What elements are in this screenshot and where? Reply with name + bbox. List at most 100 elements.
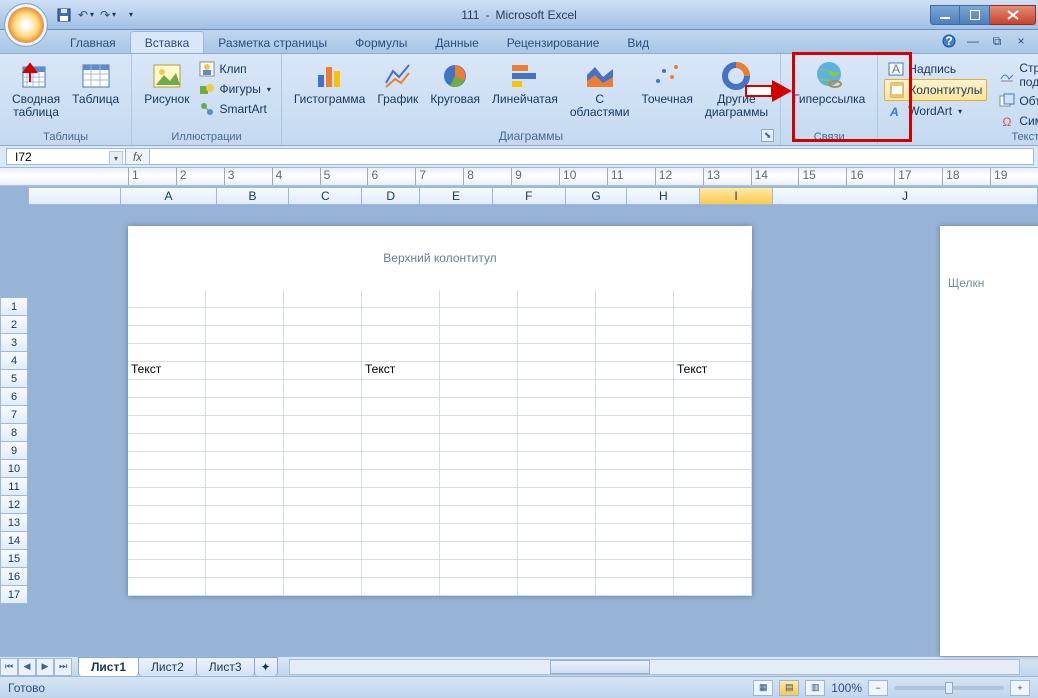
cell[interactable] [362, 434, 440, 452]
cell[interactable] [674, 524, 752, 542]
tab-review[interactable]: Рецензирование [493, 32, 614, 53]
cell[interactable] [518, 326, 596, 344]
cell[interactable] [440, 488, 518, 506]
page-view-next[interactable]: Щелкн [940, 226, 1038, 656]
cell[interactable] [674, 290, 752, 308]
cell[interactable] [518, 344, 596, 362]
cell[interactable] [128, 470, 206, 488]
sheet-tab-3[interactable]: Лист3 [196, 657, 255, 676]
cell[interactable] [674, 560, 752, 578]
cell[interactable] [518, 488, 596, 506]
column-header[interactable]: E [420, 187, 493, 205]
cell[interactable] [362, 578, 440, 596]
cell[interactable]: Текст [674, 362, 752, 380]
office-button[interactable] [4, 3, 48, 47]
cell[interactable] [596, 524, 674, 542]
cell[interactable] [128, 344, 206, 362]
cell[interactable] [362, 308, 440, 326]
cell[interactable] [596, 452, 674, 470]
cell[interactable] [128, 398, 206, 416]
row-header[interactable]: 8 [0, 424, 28, 442]
cell[interactable] [284, 416, 362, 434]
cell[interactable] [518, 380, 596, 398]
tab-pagelayout[interactable]: Разметка страницы [204, 32, 341, 53]
cell[interactable] [596, 542, 674, 560]
cell[interactable] [440, 470, 518, 488]
row-header[interactable]: 15 [0, 550, 28, 568]
cell[interactable] [284, 506, 362, 524]
name-box[interactable]: I72▾ [6, 148, 126, 165]
object-button[interactable]: Объект [995, 91, 1038, 111]
cell[interactable] [596, 434, 674, 452]
cell[interactable] [674, 398, 752, 416]
cell[interactable] [284, 380, 362, 398]
smartart-button[interactable]: SmartArt [195, 99, 274, 119]
undo-icon[interactable]: ↶▾ [76, 5, 96, 25]
cell[interactable] [596, 506, 674, 524]
cell[interactable] [362, 398, 440, 416]
cell[interactable] [674, 416, 752, 434]
sheet-tab-1[interactable]: Лист1 [78, 657, 139, 676]
cell[interactable]: Текст [128, 362, 206, 380]
row-header[interactable]: 17 [0, 586, 28, 604]
cell[interactable] [206, 380, 284, 398]
redo-icon[interactable]: ↷▾ [98, 5, 118, 25]
cell[interactable] [518, 398, 596, 416]
cell[interactable] [518, 416, 596, 434]
tab-home[interactable]: Главная [56, 32, 130, 53]
cell[interactable] [440, 506, 518, 524]
cell[interactable] [284, 326, 362, 344]
cell[interactable] [596, 470, 674, 488]
cell[interactable] [362, 524, 440, 542]
cell[interactable] [206, 560, 284, 578]
clipart-button[interactable]: Клип [195, 59, 274, 79]
cell[interactable] [596, 488, 674, 506]
cell[interactable] [674, 542, 752, 560]
column-chart-button[interactable]: Гистограмма [288, 57, 371, 129]
sheet-nav-last[interactable]: ⏭ [54, 658, 72, 676]
cell[interactable] [596, 290, 674, 308]
row-header[interactable]: 2 [0, 316, 28, 334]
table-button[interactable]: Таблица [66, 57, 125, 131]
cell[interactable] [128, 308, 206, 326]
cell[interactable] [284, 524, 362, 542]
view-normal-button[interactable]: ▦ [753, 680, 773, 696]
row-header[interactable]: 13 [0, 514, 28, 532]
cell[interactable] [128, 434, 206, 452]
cell[interactable] [284, 452, 362, 470]
cell[interactable] [674, 380, 752, 398]
cell[interactable] [674, 488, 752, 506]
zoom-slider[interactable] [894, 686, 1004, 690]
cell[interactable] [206, 434, 284, 452]
cell[interactable] [284, 344, 362, 362]
cell[interactable] [362, 326, 440, 344]
row-header[interactable]: 5 [0, 370, 28, 388]
cell[interactable] [206, 290, 284, 308]
column-header[interactable]: H [627, 187, 700, 205]
cell[interactable] [440, 416, 518, 434]
maximize-button[interactable] [960, 5, 990, 25]
cell[interactable] [206, 470, 284, 488]
zoom-out-button[interactable]: − [868, 680, 888, 696]
cell[interactable] [362, 470, 440, 488]
select-all-corner[interactable] [28, 187, 121, 205]
tab-insert[interactable]: Вставка [130, 31, 205, 53]
cell[interactable] [206, 524, 284, 542]
row-header[interactable]: 11 [0, 478, 28, 496]
zoom-slider-thumb[interactable] [945, 682, 953, 694]
row-header[interactable]: 6 [0, 388, 28, 406]
row-header[interactable]: 14 [0, 532, 28, 550]
cell[interactable] [440, 290, 518, 308]
tab-data[interactable]: Данные [421, 32, 492, 53]
symbol-button[interactable]: ΩСимвол [995, 111, 1038, 131]
close-button[interactable] [990, 5, 1036, 25]
cell[interactable] [284, 542, 362, 560]
header-footer-button[interactable]: Колонтитулы [884, 79, 987, 101]
cell[interactable] [518, 578, 596, 596]
cell[interactable] [362, 452, 440, 470]
cell[interactable] [596, 380, 674, 398]
cell[interactable] [674, 452, 752, 470]
cell[interactable] [128, 506, 206, 524]
cell[interactable] [284, 434, 362, 452]
cell[interactable] [128, 542, 206, 560]
